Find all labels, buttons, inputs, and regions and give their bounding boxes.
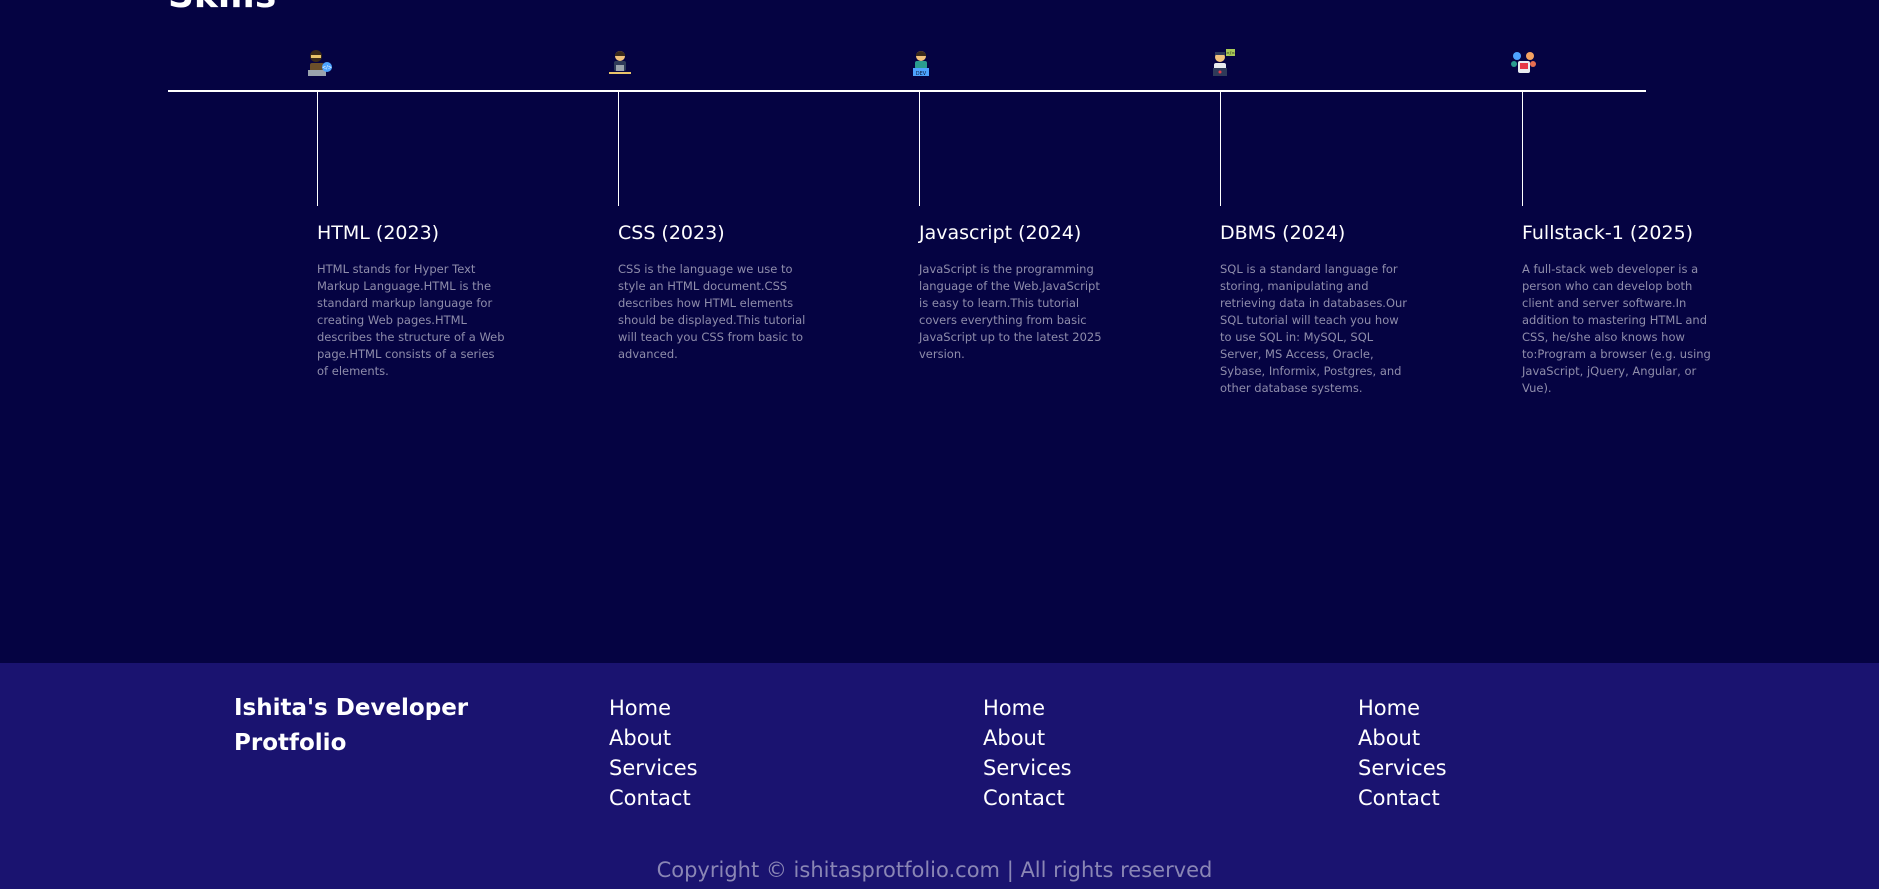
skill-description: SQL is a standard language for storing, … [1220, 262, 1408, 395]
skill-description: A full-stack web developer is a person w… [1522, 262, 1711, 395]
timeline-stem [1220, 92, 1221, 206]
skill-title: Fullstack-1 (2025) [1522, 222, 1694, 244]
footer-links-column-1: Home About Services Contact [609, 693, 698, 813]
timeline-stem [618, 92, 619, 206]
footer-link-services[interactable]: Services [1358, 756, 1447, 780]
skill-description: JavaScript is the programming language o… [919, 262, 1102, 361]
copyright-text: Copyright © ishitasprotfolio.com | All r… [656, 858, 1213, 882]
footer-link-item: Contact [983, 783, 1072, 813]
footer-link-home[interactable]: Home [983, 696, 1045, 720]
footer-link-item: Contact [1358, 783, 1447, 813]
programmer-desk-icon [609, 51, 631, 74]
footer-link-item: Home [983, 693, 1072, 723]
developer-dev-icon: DEV [913, 51, 929, 77]
skill-description: HTML stands for Hyper Text Markup Langua… [317, 262, 505, 378]
skill-title: CSS (2023) [618, 222, 725, 244]
footer-link-home[interactable]: Home [1358, 696, 1420, 720]
footer-link-item: Home [1358, 693, 1447, 723]
timeline-stem [317, 92, 318, 206]
timeline-stem [919, 92, 920, 206]
footer-link-item: About [983, 723, 1072, 753]
skill-title: DBMS (2024) [1220, 222, 1346, 244]
hacker-laptop-icon: </> [308, 50, 332, 76]
footer-link-home[interactable]: Home [609, 696, 671, 720]
footer-link-item: Home [609, 693, 698, 723]
footer-links-column-3: Home About Services Contact [1358, 693, 1447, 813]
footer-link-services[interactable]: Services [983, 756, 1072, 780]
svg-text:</>: </> [322, 65, 332, 71]
footer-link-about[interactable]: About [983, 726, 1045, 750]
svg-text:DEV: DEV [916, 71, 927, 77]
footer-link-item: Services [1358, 753, 1447, 783]
skill-title: Javascript (2024) [919, 222, 1082, 244]
timeline-stem [1522, 92, 1523, 206]
timeline-line [168, 90, 1646, 92]
footer-link-item: Contact [609, 783, 698, 813]
footer-link-item: Services [609, 753, 698, 783]
svg-text:</>: </> [1226, 51, 1235, 57]
footer-link-about[interactable]: About [1358, 726, 1420, 750]
fullstack-team-icon [1511, 52, 1536, 73]
footer-link-contact[interactable]: Contact [983, 786, 1065, 810]
footer-brand: Ishita's Developer Protfolio [234, 695, 469, 756]
footer-link-item: About [1358, 723, 1447, 753]
footer-links-column-2: Home About Services Contact [983, 693, 1072, 813]
skills-section: Skills </> HTML (2023) HTML stands for H… [0, 0, 1879, 663]
skill-description: CSS is the language we use to style an H… [618, 262, 806, 361]
footer: Ishita's Developer Protfolio Home About … [0, 663, 1879, 889]
footer-link-item: Services [983, 753, 1072, 783]
footer-link-contact[interactable]: Contact [609, 786, 691, 810]
page: Skills </> HTML (2023) HTML stands for H… [0, 0, 1879, 889]
footer-link-contact[interactable]: Contact [1358, 786, 1440, 810]
footer-link-about[interactable]: About [609, 726, 671, 750]
section-title: Skills [168, 0, 276, 14]
skill-title: HTML (2023) [317, 222, 440, 244]
footer-link-services[interactable]: Services [609, 756, 698, 780]
footer-link-item: About [609, 723, 698, 753]
coder-code-tag-icon: </> [1213, 49, 1235, 76]
